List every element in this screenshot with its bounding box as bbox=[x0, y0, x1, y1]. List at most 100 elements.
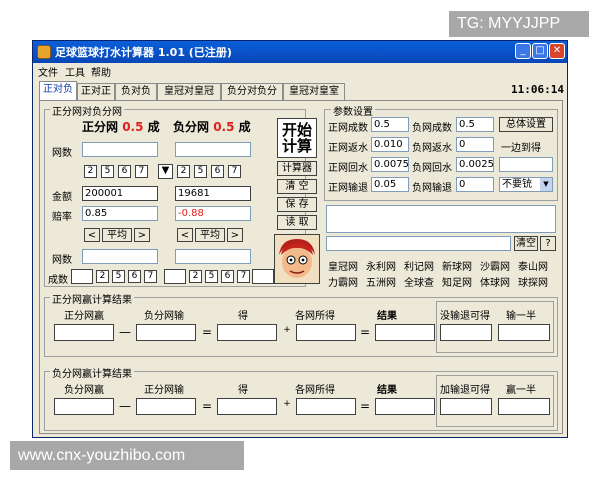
right-net-count2-input[interactable] bbox=[175, 249, 251, 264]
left-pct-btn-2[interactable]: 2 bbox=[96, 270, 109, 283]
app-window: 足球篮球打水计算器 1.01 (已注册) _ □ ✕ 文件 工具 帮助 正对负 … bbox=[32, 40, 568, 438]
param-input-2a[interactable]: 0.010 bbox=[371, 137, 409, 152]
right-next-button[interactable]: > bbox=[227, 228, 243, 242]
left-btn-6[interactable]: 6 bbox=[118, 165, 131, 178]
right-amount-input[interactable]: 19681 bbox=[175, 186, 251, 201]
right-pct-btn-6[interactable]: 6 bbox=[221, 270, 234, 283]
r2-extra-output-1 bbox=[440, 398, 492, 415]
result2-group-label: 负分网赢计算结果 bbox=[50, 365, 134, 380]
right-average-button[interactable]: 平均 bbox=[195, 228, 225, 242]
param-label-3b: 负网回水 bbox=[412, 163, 452, 174]
notes-area[interactable] bbox=[326, 205, 556, 233]
right-prev-button[interactable]: < bbox=[177, 228, 193, 242]
save-button[interactable]: 保 存 bbox=[277, 197, 317, 212]
link-zhizu[interactable]: 知足网 bbox=[442, 274, 472, 289]
r1-label-lose: 负分网输 bbox=[144, 311, 184, 322]
tab-fu-dui-fu[interactable]: 负对负 bbox=[115, 83, 157, 100]
extra-percent-input[interactable] bbox=[252, 269, 274, 284]
right-btn-2[interactable]: 2 bbox=[177, 165, 190, 178]
link-huangguan[interactable]: 皇冠网 bbox=[328, 258, 358, 273]
maximize-button[interactable]: □ bbox=[532, 43, 548, 59]
r1-plus: + bbox=[283, 325, 291, 335]
load-button[interactable]: 读 取 bbox=[277, 215, 317, 230]
tab-huangshi[interactable]: 皇冠对皇室 bbox=[283, 83, 345, 100]
link-tiqiu[interactable]: 体球网 bbox=[480, 274, 510, 289]
left-btn-2[interactable]: 2 bbox=[84, 165, 97, 178]
param-label-2a: 正网返水 bbox=[328, 143, 368, 154]
link-taishan[interactable]: 泰山网 bbox=[518, 258, 548, 273]
app-icon bbox=[37, 45, 51, 59]
left-odds-input[interactable]: 0.85 bbox=[82, 206, 158, 221]
left-pct-btn-6[interactable]: 6 bbox=[128, 270, 141, 283]
r2-label-each: 各网所得 bbox=[295, 385, 335, 396]
right-btn-6[interactable]: 6 bbox=[211, 165, 224, 178]
param-input-4b[interactable]: 0 bbox=[456, 177, 494, 192]
overall-settings-button[interactable]: 总体设置 bbox=[499, 117, 553, 132]
r2-result-output bbox=[375, 398, 435, 415]
right-odds-input[interactable]: -0.88 bbox=[175, 206, 251, 221]
left-next-button[interactable]: > bbox=[134, 228, 150, 242]
r1-label-each: 各网所得 bbox=[295, 311, 335, 322]
left-net-count-input[interactable] bbox=[82, 142, 158, 157]
left-pct-btn-7[interactable]: 7 bbox=[144, 270, 157, 283]
menu-help[interactable]: 帮助 bbox=[91, 64, 111, 79]
left-title: 正分网 0.5 成 bbox=[82, 118, 160, 135]
left-average-button[interactable]: 平均 bbox=[102, 228, 132, 242]
right-btn-7[interactable]: 7 bbox=[228, 165, 241, 178]
left-amount-input[interactable]: 200001 bbox=[82, 186, 158, 201]
message-input[interactable] bbox=[326, 236, 511, 251]
r1-label-get: 得 bbox=[238, 311, 248, 322]
tab-fufen[interactable]: 负分对负分 bbox=[221, 83, 283, 100]
param-input-3b[interactable]: 0.0025 bbox=[456, 157, 494, 172]
minimize-button[interactable]: _ bbox=[515, 43, 531, 59]
r2-label-get: 得 bbox=[238, 385, 248, 396]
right-title-text: 负分网 bbox=[173, 120, 210, 134]
close-button[interactable]: ✕ bbox=[549, 43, 565, 59]
clear-button[interactable]: 清 空 bbox=[277, 179, 317, 194]
r1-each-output bbox=[296, 324, 356, 341]
right-pct-btn-5[interactable]: 5 bbox=[205, 270, 218, 283]
link-qiutan[interactable]: 球探网 bbox=[518, 274, 548, 289]
calc-label: 计算 bbox=[281, 137, 312, 155]
param-extra-input[interactable] bbox=[499, 157, 553, 172]
link-yongli[interactable]: 永利网 bbox=[366, 258, 396, 273]
calculator-button[interactable]: 计算器 bbox=[277, 161, 317, 176]
link-wuzhou[interactable]: 五洲网 bbox=[366, 274, 396, 289]
left-btn-5[interactable]: 5 bbox=[101, 165, 114, 178]
r2-lose-output bbox=[136, 398, 196, 415]
right-pct-btn-2[interactable]: 2 bbox=[189, 270, 202, 283]
left-net-count2-input[interactable] bbox=[82, 249, 158, 264]
title-bar[interactable]: 足球篮球打水计算器 1.01 (已注册) _ □ ✕ bbox=[33, 41, 567, 63]
swap-down-button[interactable]: ▼ bbox=[158, 164, 173, 179]
r1-label-win: 正分网赢 bbox=[64, 311, 104, 322]
link-liji[interactable]: 利记网 bbox=[404, 258, 434, 273]
notes-clear-button[interactable]: 清空 bbox=[514, 236, 538, 251]
param-input-1a[interactable]: 0.5 bbox=[371, 117, 409, 132]
param-input-2b[interactable]: 0 bbox=[456, 137, 494, 152]
link-liba[interactable]: 力霸网 bbox=[328, 274, 358, 289]
right-net-count-input[interactable] bbox=[175, 142, 251, 157]
menu-file[interactable]: 文件 bbox=[38, 64, 58, 79]
tab-zheng-dui-zheng[interactable]: 正对正 bbox=[77, 83, 115, 100]
param-input-3a[interactable]: 0.0075 bbox=[371, 157, 409, 172]
menu-tools[interactable]: 工具 bbox=[65, 64, 85, 79]
left-percent-input[interactable] bbox=[71, 269, 93, 284]
r1-label-result: 结果 bbox=[377, 311, 397, 322]
left-btn-7[interactable]: 7 bbox=[135, 165, 148, 178]
param-label-3a: 正网回水 bbox=[328, 163, 368, 174]
left-prev-button[interactable]: < bbox=[84, 228, 100, 242]
start-calc-button[interactable]: 开始 计算 bbox=[277, 118, 317, 158]
right-percent-input[interactable] bbox=[164, 269, 186, 284]
param-input-1b[interactable]: 0.5 bbox=[456, 117, 494, 132]
link-quanqiu[interactable]: 全球查 bbox=[404, 274, 434, 289]
help-button[interactable]: ? bbox=[540, 236, 556, 251]
chevron-down-icon[interactable]: ▼ bbox=[540, 178, 552, 191]
right-pct-btn-7[interactable]: 7 bbox=[237, 270, 250, 283]
link-xinqiu[interactable]: 新球网 bbox=[442, 258, 472, 273]
tab-huangguan[interactable]: 皇冠对皇冠 bbox=[157, 83, 221, 100]
left-pct-btn-5[interactable]: 5 bbox=[112, 270, 125, 283]
tab-zheng-dui-fu[interactable]: 正对负 bbox=[39, 81, 77, 100]
link-shaba[interactable]: 沙霸网 bbox=[480, 258, 510, 273]
param-input-4a[interactable]: 0.05 bbox=[371, 177, 409, 192]
right-btn-5[interactable]: 5 bbox=[194, 165, 207, 178]
